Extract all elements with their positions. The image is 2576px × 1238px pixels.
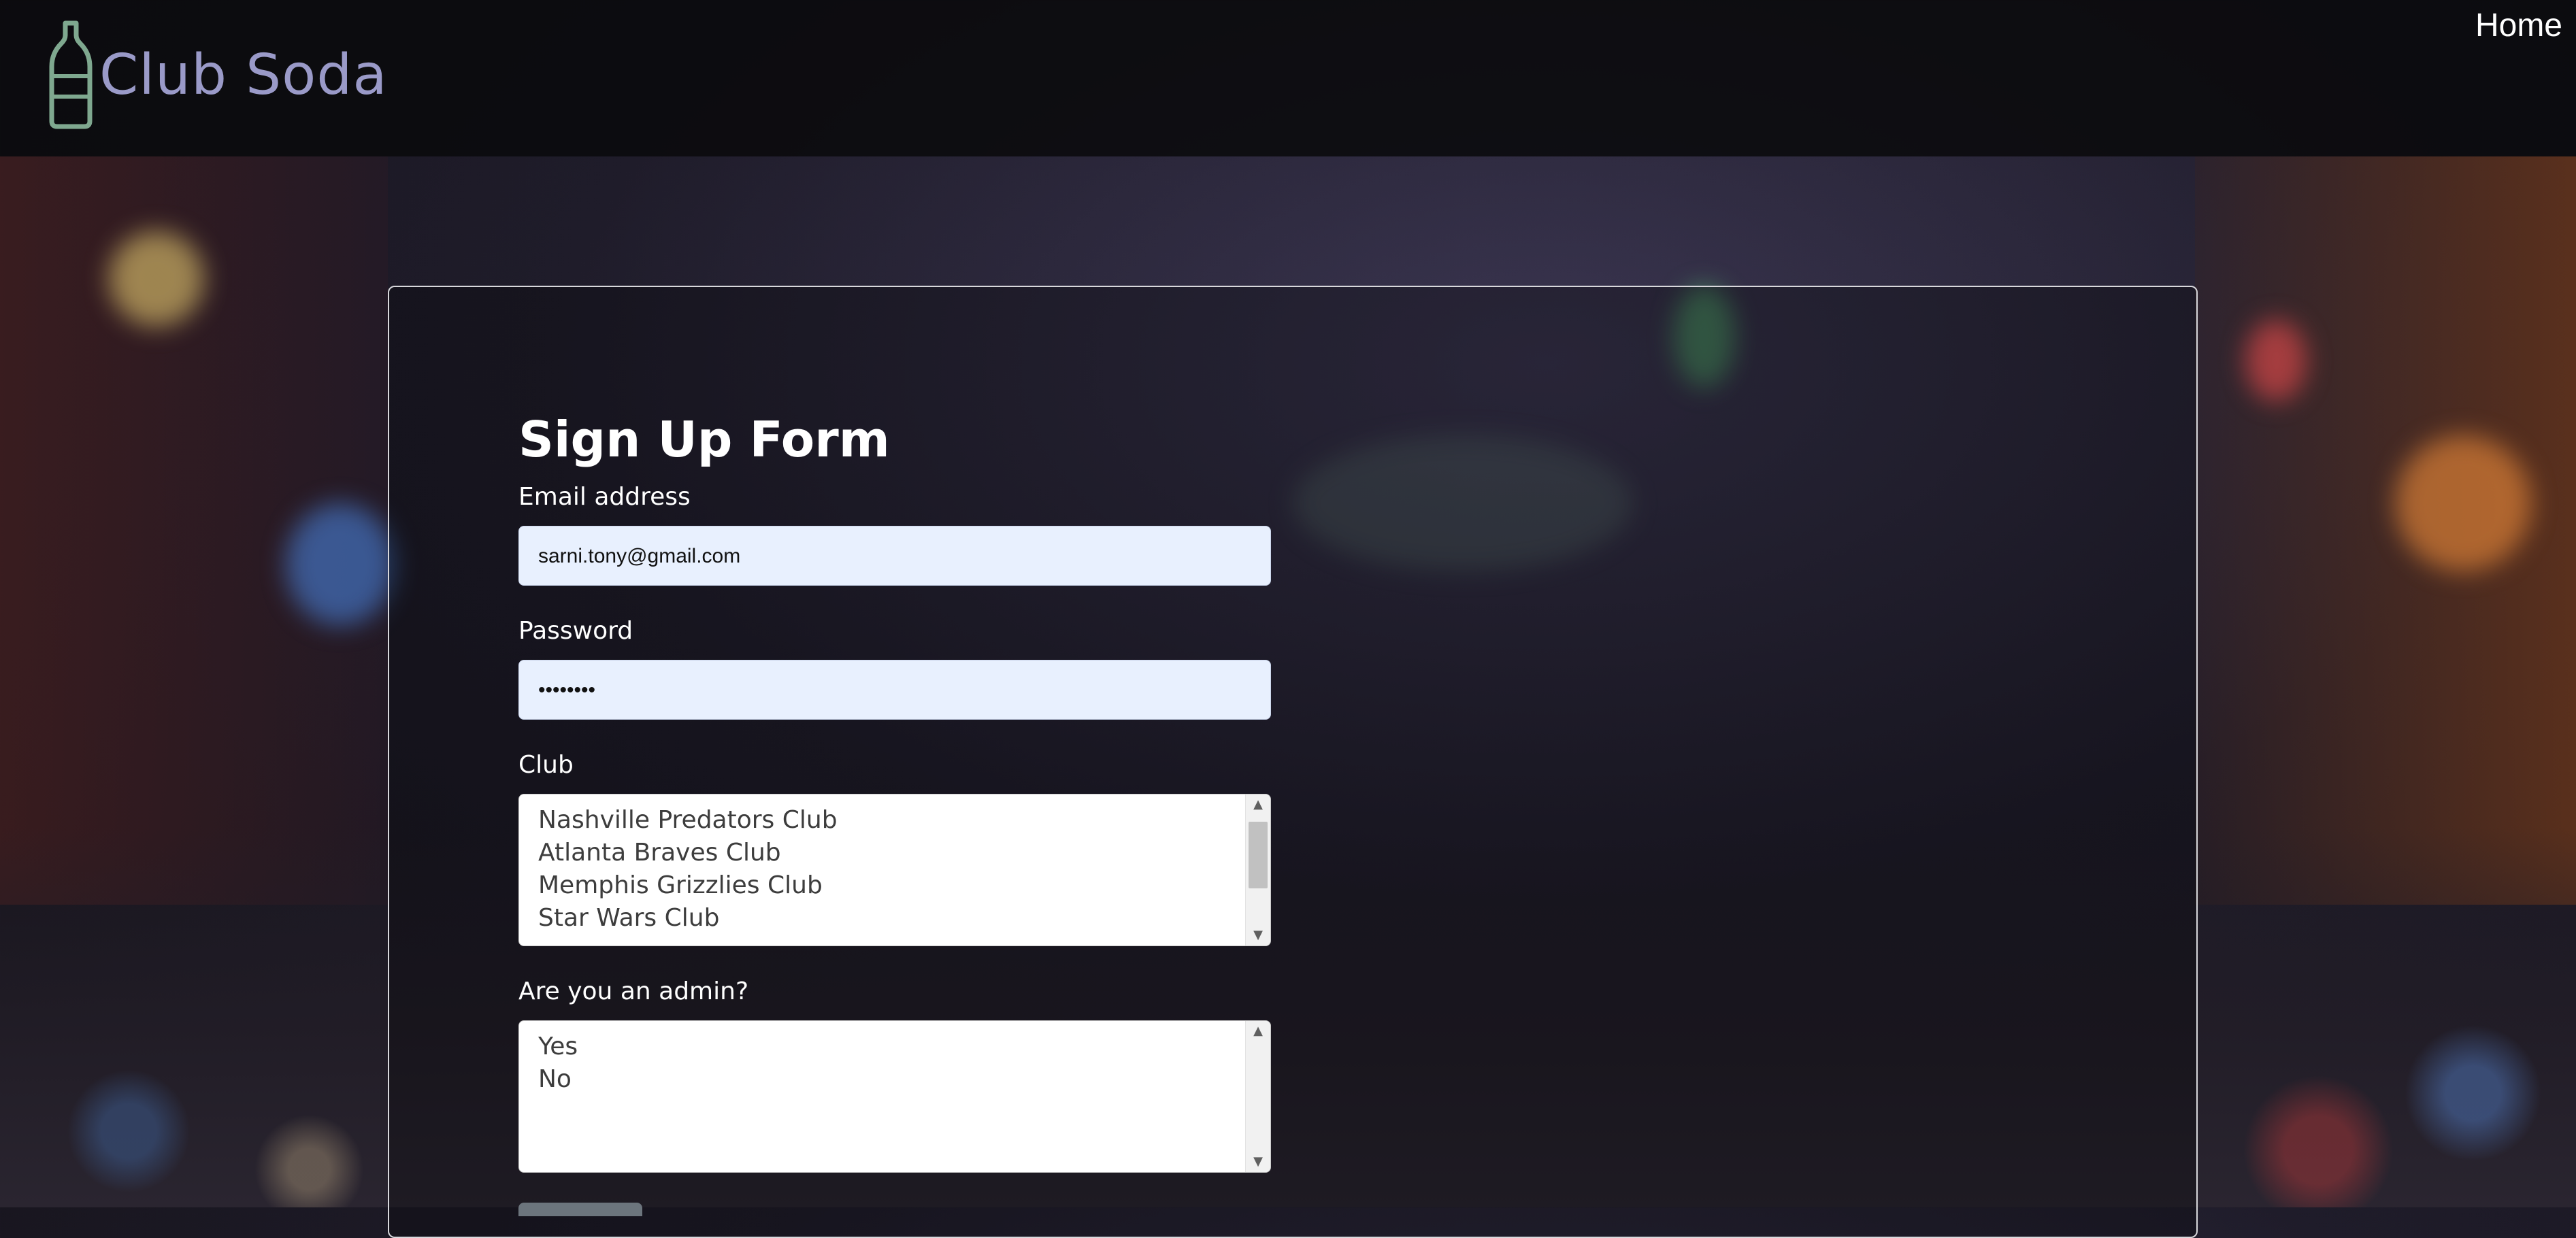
club-option[interactable]: Nashville Predators Club (538, 804, 1243, 837)
sign-up-form: Sign Up Form Email address sarni.tony@gm… (518, 415, 1271, 1204)
email-field[interactable]: sarni.tony@gmail.com (518, 526, 1271, 586)
brand-logo-link[interactable]: Club Soda (46, 20, 388, 129)
home-link[interactable]: Home (2475, 7, 2562, 44)
club-option[interactable]: Memphis Grizzlies Club (538, 869, 1243, 902)
submit-button[interactable] (518, 1203, 642, 1216)
admin-option-no[interactable]: No (538, 1063, 1243, 1096)
top-navbar: Club Soda Home (0, 0, 2576, 156)
club-option[interactable]: Atlanta Braves Club (538, 837, 1243, 869)
club-option[interactable]: Star Wars Club (538, 902, 1243, 935)
password-field[interactable]: •••••••• (518, 660, 1271, 720)
admin-label: Are you an admin? (518, 977, 749, 1005)
club-select[interactable]: Nashville Predators Club Atlanta Braves … (518, 794, 1271, 946)
scroll-up-arrow-icon[interactable]: ▲ (1246, 1021, 1270, 1041)
club-label: Club (518, 751, 574, 779)
scroll-down-arrow-icon[interactable]: ▼ (1246, 925, 1270, 946)
scroll-down-arrow-icon[interactable]: ▼ (1246, 1152, 1270, 1172)
scroll-thumb[interactable] (1249, 822, 1268, 888)
admin-select-scrollbar[interactable]: ▲ ▼ (1245, 1021, 1270, 1172)
admin-option-yes[interactable]: Yes (538, 1031, 1243, 1063)
form-title: Sign Up Form (518, 411, 890, 468)
password-label: Password (518, 617, 633, 645)
club-select-scrollbar[interactable]: ▲ ▼ (1245, 794, 1270, 946)
brand-name: Club Soda (99, 42, 388, 107)
soda-bottle-icon (46, 20, 95, 129)
email-label: Email address (518, 483, 691, 511)
admin-select[interactable]: Yes No ▲ ▼ (518, 1020, 1271, 1173)
scroll-up-arrow-icon[interactable]: ▲ (1246, 794, 1270, 815)
